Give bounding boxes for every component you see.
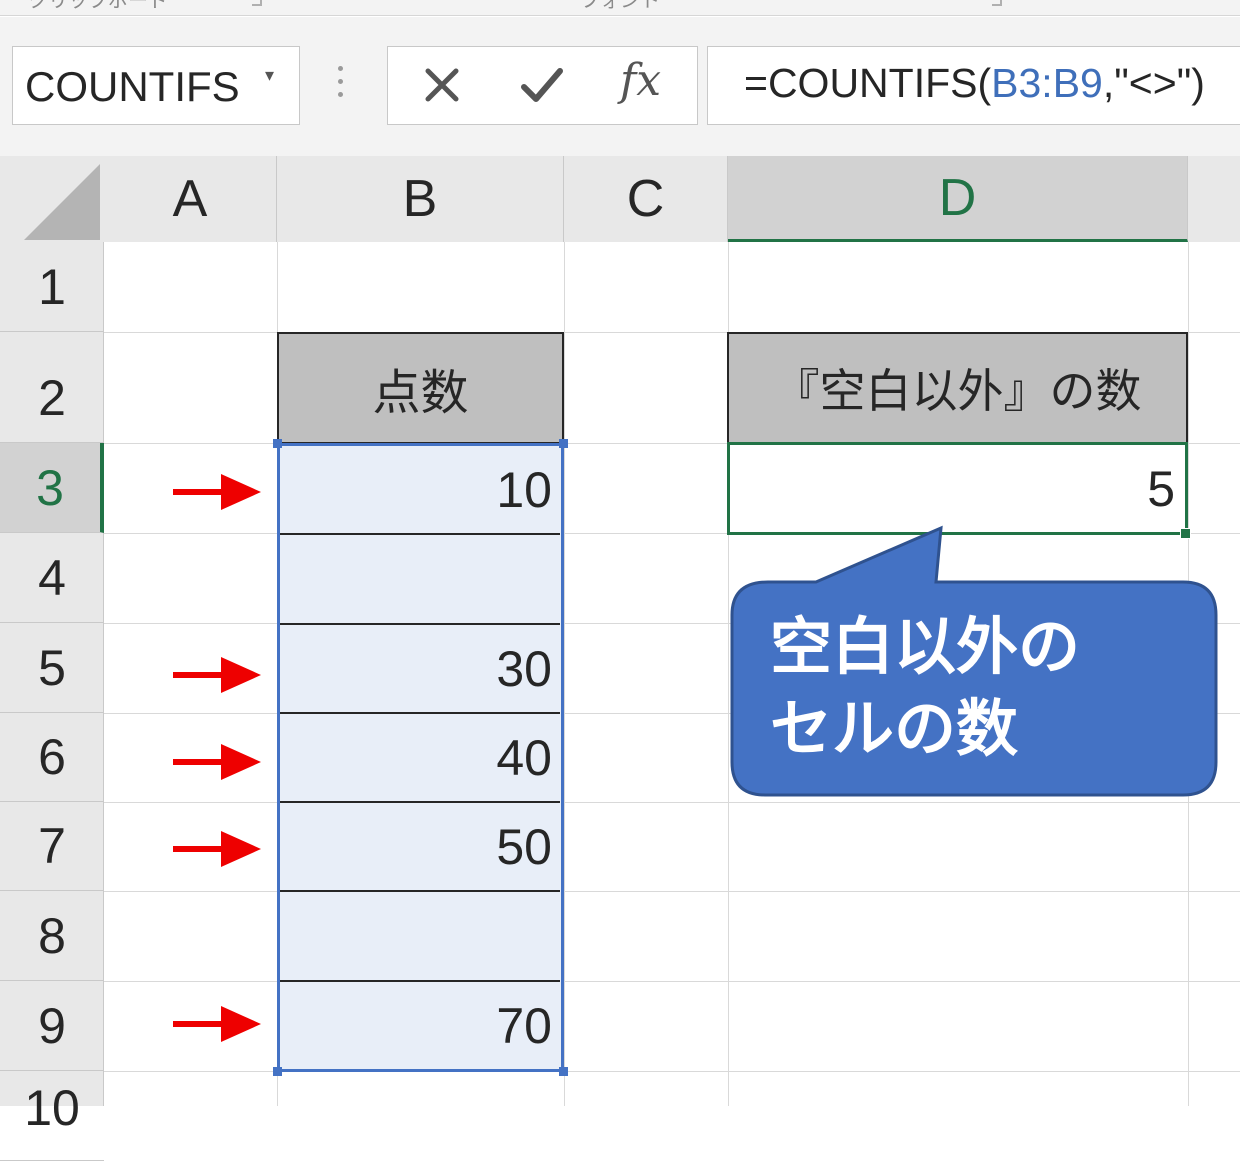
cell-d2-header[interactable]: 『空白以外』の数	[727, 332, 1188, 444]
formula-bar-grip-icon[interactable]	[338, 66, 344, 106]
checkmark-icon[interactable]	[518, 61, 566, 109]
row-header-10[interactable]: 10	[0, 1071, 104, 1161]
row-header-3[interactable]: 3	[0, 443, 104, 533]
cell-b9[interactable]: 70	[279, 982, 560, 1070]
column-header-d[interactable]: D	[728, 156, 1188, 242]
formula-suffix: ,"<>")	[1102, 60, 1205, 106]
cell-b3[interactable]: 10	[279, 446, 560, 533]
row-header-6[interactable]: 6	[0, 713, 104, 802]
cell-b2-header[interactable]: 点数	[277, 332, 564, 444]
name-box-value: COUNTIFS	[25, 63, 240, 110]
column-header-c[interactable]: C	[564, 156, 728, 242]
red-arrow-icon	[173, 1006, 261, 1042]
column-header-e[interactable]	[1188, 156, 1240, 242]
cell-b4[interactable]	[279, 535, 560, 623]
row-header-8[interactable]: 8	[0, 891, 104, 981]
red-arrow-icon	[173, 474, 261, 510]
ribbon-group-clipboard-label: クリップボード	[28, 0, 168, 12]
red-arrow-icon	[173, 657, 261, 693]
ribbon-group-font-label: フォント	[580, 0, 660, 12]
chevron-down-icon[interactable]: ▾	[265, 65, 274, 86]
row-header-9[interactable]: 9	[0, 981, 104, 1071]
insert-function-icon[interactable]: fx	[620, 55, 661, 106]
range-handle[interactable]	[559, 1067, 568, 1076]
gridline	[564, 242, 565, 1106]
red-arrow-icon	[173, 744, 261, 780]
callout-line-2: セルの数	[770, 692, 1019, 765]
column-header-a[interactable]: A	[104, 156, 277, 242]
name-box[interactable]: COUNTIFS ▾	[12, 46, 300, 125]
callout-line-1: 空白以外の	[770, 610, 1081, 683]
row-header-2[interactable]: 2	[0, 332, 104, 443]
range-handle[interactable]	[273, 1067, 282, 1076]
select-all-button[interactable]	[0, 156, 104, 242]
cell-b6[interactable]: 40	[279, 714, 560, 802]
clipboard-dialog-launcher-icon[interactable]	[252, 0, 262, 6]
cell-b8[interactable]	[279, 892, 560, 981]
column-header-b[interactable]: B	[277, 156, 564, 242]
range-handle[interactable]	[273, 439, 282, 448]
formula-prefix: =COUNTIFS(	[744, 60, 992, 106]
row-header-4[interactable]: 4	[0, 533, 104, 623]
range-handle[interactable]	[559, 439, 568, 448]
callout-text: 空白以外の セルの数	[770, 606, 1190, 770]
formula-range-reference: B3:B9	[991, 60, 1103, 106]
formula-text: =COUNTIFS(B3:B9,"<>")	[744, 59, 1205, 107]
cancel-icon[interactable]	[418, 61, 466, 109]
formula-buttons: fx	[387, 46, 698, 125]
gridline	[104, 981, 1240, 982]
formula-input[interactable]: =COUNTIFS(B3:B9,"<>")	[707, 46, 1240, 125]
red-arrow-icon	[173, 831, 261, 867]
gridline	[104, 891, 1240, 892]
cell-b7[interactable]: 50	[279, 803, 560, 891]
row-header-5[interactable]: 5	[0, 623, 104, 713]
ribbon-strip: クリップボード フォント	[0, 0, 1240, 16]
row-header-1[interactable]: 1	[0, 242, 104, 332]
row-header-7[interactable]: 7	[0, 802, 104, 891]
cell-b5[interactable]: 30	[279, 625, 560, 713]
font-dialog-launcher-icon[interactable]	[992, 0, 1002, 6]
select-all-triangle-icon	[24, 164, 100, 240]
